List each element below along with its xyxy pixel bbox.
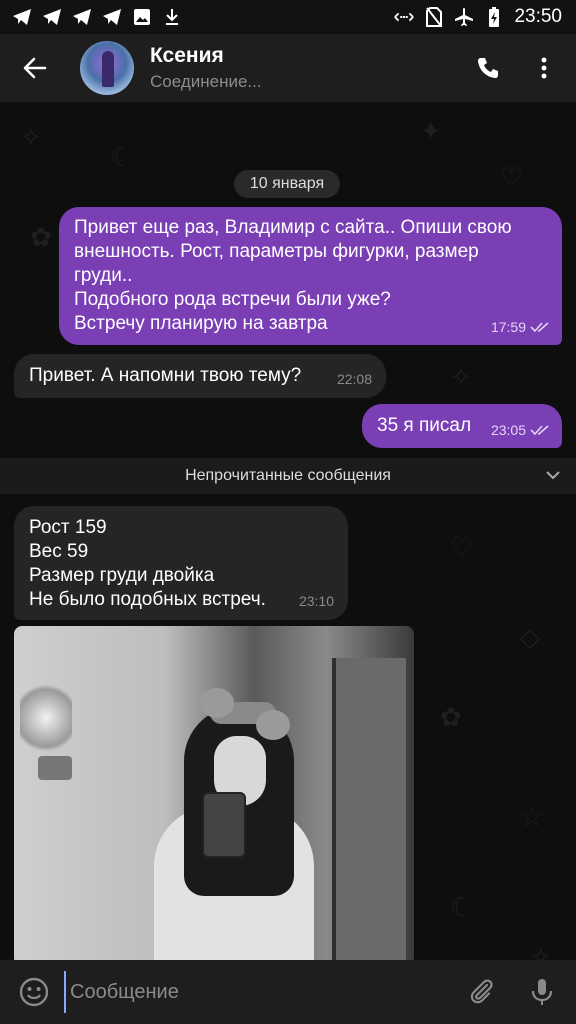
message-meta: 23:10 bbox=[299, 589, 334, 613]
message-time: 23:05 bbox=[490, 422, 526, 438]
telegram-icon bbox=[72, 7, 92, 27]
photo-detail bbox=[332, 658, 406, 960]
photo-detail bbox=[256, 710, 290, 740]
notification-icons bbox=[0, 7, 182, 27]
status-bar: 23:50 bbox=[0, 0, 576, 34]
message-time: 17:59 bbox=[490, 319, 526, 335]
unread-label: Непрочитанные сообщения bbox=[185, 467, 391, 484]
smiley-icon bbox=[19, 977, 49, 1007]
back-button[interactable] bbox=[0, 34, 70, 102]
avatar[interactable] bbox=[80, 41, 134, 95]
chat-header: Ксения Соединение... bbox=[0, 34, 576, 102]
photo-message[interactable] bbox=[14, 626, 414, 960]
telegram-icon bbox=[12, 7, 32, 27]
download-icon bbox=[162, 7, 182, 27]
message-meta: 23:05 bbox=[491, 418, 550, 442]
photo-detail bbox=[38, 756, 72, 780]
message-meta: 22:08 bbox=[337, 367, 372, 391]
connection-status: Соединение... bbox=[150, 72, 262, 91]
system-icons: 23:50 bbox=[394, 6, 576, 28]
airplane-icon bbox=[454, 7, 474, 27]
photo-detail bbox=[202, 792, 246, 858]
chat-area[interactable]: ✧☾ ✦♡ ✿☆ ✧◇ ☼✦ ♡◇ ✿☆ ☾✧ 10 января Привет… bbox=[0, 102, 576, 960]
battery-charging-icon bbox=[484, 7, 504, 27]
contact-info[interactable]: Ксения Соединение... bbox=[150, 44, 262, 92]
message-bubble-incoming[interactable]: Рост 159 Вес 59 Размер груди двойка Не б… bbox=[14, 506, 348, 620]
voice-message-button[interactable] bbox=[512, 960, 572, 1024]
message-text: Рост 159 Вес 59 Размер груди двойка Не б… bbox=[29, 517, 266, 610]
message-bubble-outgoing[interactable]: Привет еще раз, Владимир с сайта.. Опиши… bbox=[59, 207, 562, 345]
message-text: Привет. А напомни твою тему? bbox=[29, 365, 302, 386]
telegram-icon bbox=[102, 7, 122, 27]
more-vertical-icon bbox=[541, 57, 547, 79]
chevron-down-icon[interactable] bbox=[544, 466, 562, 484]
no-sim-icon bbox=[424, 7, 444, 27]
photo-detail bbox=[20, 678, 72, 758]
message-bubble-outgoing[interactable]: 35 я писал 23:05 bbox=[362, 404, 562, 448]
emoji-button[interactable] bbox=[0, 960, 68, 1024]
double-check-icon bbox=[530, 425, 549, 436]
data-saver-icon bbox=[394, 7, 415, 27]
message-composer bbox=[0, 960, 576, 1024]
more-options-button[interactable] bbox=[516, 34, 572, 102]
unread-messages-separator: Непрочитанные сообщения bbox=[0, 458, 576, 494]
message-time: 23:10 bbox=[298, 593, 334, 609]
message-text: 35 я писал bbox=[377, 415, 472, 436]
double-check-icon bbox=[530, 322, 549, 333]
image-icon bbox=[132, 7, 152, 27]
arrow-left-icon bbox=[23, 57, 47, 79]
clock: 23:50 bbox=[514, 6, 562, 27]
phone-icon bbox=[478, 58, 498, 78]
date-separator: 10 января bbox=[234, 170, 340, 198]
message-text: Привет еще раз, Владимир с сайта.. Опиши… bbox=[74, 217, 512, 334]
message-bubble-incoming[interactable]: Привет. А напомни твою тему? 22:08 bbox=[14, 354, 386, 398]
microphone-icon bbox=[531, 979, 553, 1005]
telegram-icon bbox=[42, 7, 62, 27]
attach-button[interactable] bbox=[452, 960, 512, 1024]
message-meta: 17:59 bbox=[491, 315, 550, 339]
message-input[interactable] bbox=[64, 971, 452, 1013]
call-button[interactable] bbox=[460, 34, 516, 102]
photo-detail bbox=[200, 688, 234, 718]
contact-name: Ксения bbox=[150, 44, 224, 67]
message-time: 22:08 bbox=[336, 371, 372, 387]
paperclip-icon bbox=[470, 979, 493, 1004]
